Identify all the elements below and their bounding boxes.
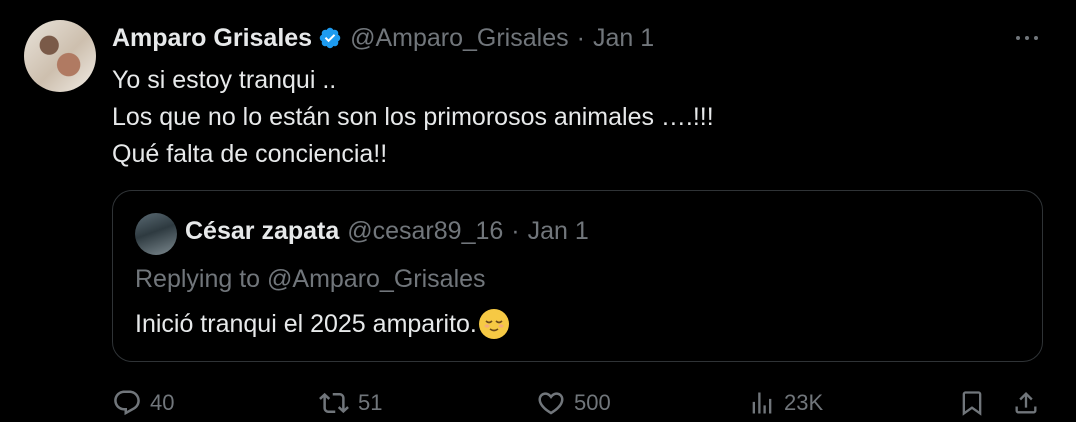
view-count: 23K: [784, 390, 824, 415]
quote-author-avatar[interactable]: [135, 213, 177, 255]
quote-header: César zapata @cesar89_16 · Jan 1: [185, 217, 589, 246]
share-button[interactable]: [1012, 388, 1040, 418]
bookmark-button[interactable]: [958, 388, 986, 418]
heart-icon: [538, 392, 564, 415]
like-button[interactable]: 500: [536, 388, 611, 418]
views-button[interactable]: 23K: [748, 388, 823, 418]
share-icon: [1015, 392, 1037, 414]
quoted-tweet[interactable]: César zapata @cesar89_16 · Jan 1 Replyin…: [112, 190, 1043, 362]
author-name[interactable]: Amparo Grisales: [112, 24, 312, 53]
repost-button[interactable]: 51: [318, 388, 382, 418]
verified-badge-icon[interactable]: [318, 26, 342, 50]
like-count: 500: [574, 390, 611, 415]
reply-count: 40: [150, 390, 175, 415]
relieved-face-icon: [478, 309, 509, 339]
quote-date[interactable]: Jan 1: [528, 217, 589, 246]
separator-dot: ·: [511, 217, 520, 245]
quote-text-content: Inició tranqui el 2025 amparito.: [135, 309, 477, 338]
tweet-text: Yo si estoy tranqui .. Los que no lo est…: [112, 62, 714, 173]
tweet-header: Amparo Grisales @Amparo_Grisales · Jan 1: [112, 22, 654, 54]
repost-icon: [319, 392, 349, 414]
quote-text: Inició tranqui el 2025 amparito.: [135, 309, 509, 339]
tweet-date[interactable]: Jan 1: [593, 24, 654, 53]
reply-icon: [114, 390, 140, 416]
repost-count: 51: [358, 390, 383, 415]
author-avatar[interactable]: [24, 20, 96, 92]
tweet-text-line: Qué falta de conciencia!!: [112, 140, 388, 168]
quote-author-handle[interactable]: @cesar89_16: [347, 217, 503, 246]
tweet-text-line: Yo si estoy tranqui ..: [112, 66, 337, 94]
analytics-icon: [752, 392, 772, 414]
reply-button[interactable]: 40: [112, 388, 174, 418]
quote-author-name[interactable]: César zapata: [185, 217, 339, 246]
more-options-icon[interactable]: [1016, 36, 1038, 40]
bookmark-icon: [962, 391, 982, 416]
tweet-text-line: Los que no lo están son los primorosos a…: [112, 103, 714, 131]
replying-to: Replying to @Amparo_Grisales: [135, 265, 486, 293]
author-handle[interactable]: @Amparo_Grisales: [350, 24, 569, 53]
action-bar: 40 51 500 23K: [112, 386, 1046, 422]
separator-dot: ·: [576, 23, 585, 52]
